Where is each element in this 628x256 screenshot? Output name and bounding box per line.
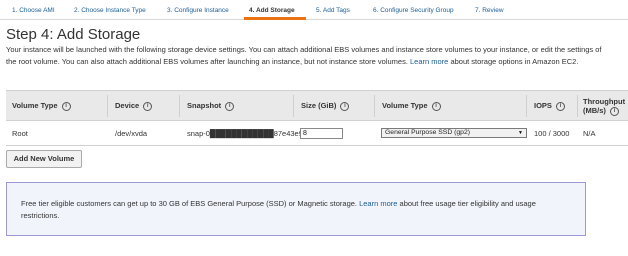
free-tier-message: Free tier eligible customers can get up … <box>21 199 360 208</box>
info-icon[interactable]: i <box>340 101 350 111</box>
free-tier-text: Free tier eligible customers can get up … <box>21 198 571 221</box>
page-title: Step 4: Add Storage <box>6 26 141 43</box>
chevron-down-icon: ▼ <box>518 130 523 136</box>
header-throughput-label: Throughput <box>583 97 626 106</box>
tab-configure-instance[interactable]: 3. Configure Instance <box>167 0 229 20</box>
info-icon[interactable]: i <box>61 101 71 111</box>
header-throughput: Throughput (MB/s) i <box>583 91 625 122</box>
cell-device: /dev/xvda <box>115 129 148 138</box>
learn-more-free-tier-link[interactable]: Learn more <box>359 199 397 208</box>
column-separator <box>179 95 180 117</box>
cell-volume-type: Root <box>12 129 28 138</box>
header-ebs-volume-type: Volume Type i <box>382 91 441 122</box>
tab-choose-instance-type[interactable]: 2. Choose Instance Type <box>74 0 146 20</box>
intro-paragraph: Your instance will be launched with the … <box>6 44 606 67</box>
column-separator <box>107 95 108 117</box>
active-tab-indicator <box>244 17 306 20</box>
free-tier-info-box: Free tier eligible customers can get up … <box>6 182 586 236</box>
column-separator <box>577 95 578 117</box>
header-size: Size (GiB) i <box>301 91 350 122</box>
storage-table: Volume Type i Device i Snapshot i Size (GiB… <box>6 90 628 146</box>
add-new-volume-button[interactable]: Add New Volume <box>6 150 82 168</box>
tab-review[interactable]: 7. Review <box>475 0 504 20</box>
table-header: Volume Type i Device i Snapshot i Size (GiB… <box>6 90 628 121</box>
info-icon[interactable]: i <box>555 101 565 111</box>
learn-more-storage-link[interactable]: Learn more <box>410 57 448 66</box>
header-device: Device i <box>115 91 153 122</box>
info-icon[interactable]: i <box>143 101 153 111</box>
info-icon[interactable]: i <box>609 106 619 116</box>
header-snapshot: Snapshot i <box>187 91 235 122</box>
info-icon[interactable]: i <box>225 101 235 111</box>
cell-throughput: N/A <box>583 129 596 138</box>
header-device-label: Device <box>115 101 140 110</box>
cell-iops: 100 / 3000 <box>534 129 570 138</box>
info-icon[interactable]: i <box>431 101 441 111</box>
header-ebs-volume-type-label: Volume Type <box>382 101 428 110</box>
tab-choose-ami[interactable]: 1. Choose AMI <box>12 0 55 20</box>
size-input[interactable] <box>300 128 343 139</box>
header-iops: IOPS i <box>534 91 565 122</box>
volume-type-select[interactable]: General Purpose SSD (gp2) ▼ <box>381 128 527 138</box>
tab-configure-security-group[interactable]: 6. Configure Security Group <box>373 0 454 20</box>
header-size-label: Size (GiB) <box>301 101 337 110</box>
column-separator <box>374 95 375 117</box>
header-snapshot-label: Snapshot <box>187 101 222 110</box>
header-volume-type-label: Volume Type <box>12 101 58 110</box>
wizard-steps: 1. Choose AMI 2. Choose Instance Type 3.… <box>0 0 628 20</box>
cell-snapshot: snap-0████████████87e43e9 <box>187 129 303 138</box>
table-row: Root /dev/xvda snap-0████████████87e43e9… <box>6 121 628 146</box>
header-throughput-unit: (MB/s) <box>583 106 606 115</box>
intro-suffix: about storage options in Amazon EC2. <box>448 56 579 66</box>
header-iops-label: IOPS <box>534 101 552 110</box>
tab-add-tags[interactable]: 5. Add Tags <box>316 0 350 20</box>
column-separator <box>293 95 294 117</box>
column-separator <box>526 95 527 117</box>
header-volume-type: Volume Type i <box>12 91 71 122</box>
volume-type-selected-value: General Purpose SSD (gp2) <box>385 129 471 136</box>
